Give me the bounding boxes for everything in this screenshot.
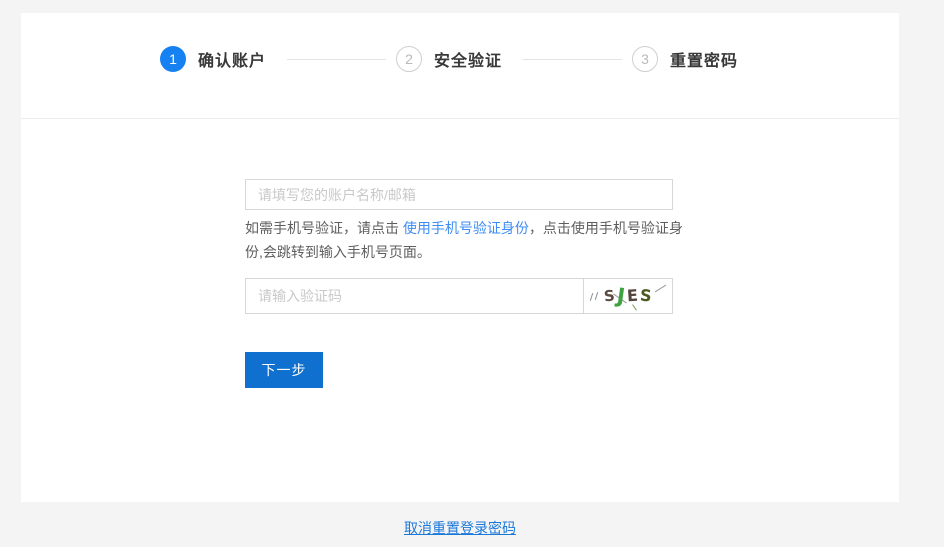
step-2-label: 安全验证	[434, 53, 503, 70]
captcha-image[interactable]: SJES	[583, 278, 673, 314]
captcha-noise	[589, 293, 594, 301]
footer: 取消重置登录密码	[21, 518, 899, 538]
captcha-letter: J	[615, 283, 627, 308]
reset-password-card: 1 确认账户 2 安全验证 3 重置密码 如需手机号验证，请点击 使用手机号验证…	[21, 13, 899, 502]
step-1-label: 确认账户	[198, 53, 267, 70]
use-phone-verify-link[interactable]: 使用手机号验证身份	[403, 220, 529, 236]
captcha-letter: S	[603, 285, 617, 306]
next-step-button[interactable]: 下一步	[245, 352, 323, 388]
step-3-circle: 3	[632, 46, 659, 72]
phone-verify-helper-text: 如需手机号验证，请点击 使用手机号验证身份，点击使用手机号验证身份,会跳转到输入…	[245, 216, 685, 264]
reset-password-page: 1 确认账户 2 安全验证 3 重置密码 如需手机号验证，请点击 使用手机号验证…	[0, 0, 944, 547]
step-2-security-verify: 2 安全验证	[396, 46, 502, 72]
captcha-input[interactable]	[245, 278, 584, 314]
captcha-noise	[594, 292, 599, 300]
helper-text-prefix: 如需手机号验证，请点击	[245, 220, 403, 236]
step-1-confirm-account: 1 确认账户	[160, 46, 266, 72]
step-2-circle: 2	[396, 46, 423, 72]
stepper: 1 确认账户 2 安全验证 3 重置密码	[160, 46, 738, 72]
cancel-reset-link[interactable]: 取消重置登录密码	[404, 520, 516, 536]
captcha-letter: S	[639, 285, 653, 306]
step-connector	[287, 58, 387, 60]
step-3-label: 重置密码	[670, 53, 739, 70]
section-divider	[21, 118, 899, 119]
captcha-noise	[654, 284, 667, 293]
step-3-reset-password: 3 重置密码	[632, 46, 738, 72]
account-input[interactable]	[245, 179, 673, 210]
step-connector	[523, 58, 623, 60]
step-1-circle: 1	[160, 46, 186, 72]
captcha-noise	[632, 304, 637, 311]
captcha-letter: E	[626, 285, 639, 306]
